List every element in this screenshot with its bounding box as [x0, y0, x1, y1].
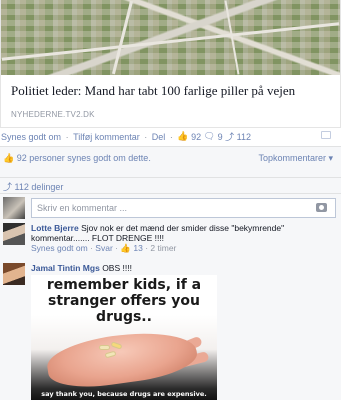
aerial-map-thumbnail[interactable]	[1, 0, 340, 75]
comments-count[interactable]: 9	[218, 132, 223, 142]
comment-like-link[interactable]: Synes godt om	[31, 243, 88, 253]
comment-reply-link[interactable]: Svar	[95, 243, 112, 253]
comment-body: Jamal Tintin Mgs OBS !!!!	[31, 263, 336, 273]
post-actions: Synes godt om · Tilføj kommentar · Del ·…	[1, 130, 339, 144]
thumbs-up-icon: 👍	[177, 131, 189, 141]
top-comments-dropdown[interactable]: Topkommentarer ▾	[258, 153, 333, 164]
feedback-section: 👍 92 personer synes godt om dette. Topko…	[0, 146, 341, 400]
comment-timestamp[interactable]: 2 timer	[150, 243, 176, 253]
thumbs-up-icon: 👍	[3, 153, 15, 163]
comment-input[interactable]	[31, 198, 336, 218]
comment-author[interactable]: Lotte Bjerre	[31, 223, 79, 233]
separator: ·	[145, 243, 149, 253]
comment-author[interactable]: Jamal Tintin Mgs	[31, 263, 100, 273]
facebook-post: Politiet leder: Mand har tabt 100 farlig…	[0, 0, 341, 400]
separator: ·	[90, 243, 93, 253]
separator: ·	[169, 131, 173, 142]
shares-count[interactable]: 112	[237, 132, 251, 142]
link-domain: NYHEDERNE.TV2.DK	[11, 110, 95, 119]
separator: ·	[65, 131, 69, 142]
share-link[interactable]: Del	[152, 132, 166, 142]
likes-summary-text[interactable]: 92 personer synes godt om dette.	[17, 153, 151, 163]
current-user-avatar	[3, 197, 25, 219]
share-arrow-icon: ⤴	[225, 132, 235, 142]
like-link[interactable]: Synes godt om	[1, 132, 61, 142]
thumbs-up-icon: 👍	[120, 243, 131, 253]
meme-bottom-text: say thank you, because drugs are expensi…	[41, 390, 207, 398]
likes-count[interactable]: 92	[191, 132, 201, 142]
meme-top-text: remember kids, if a stranger offers you …	[46, 277, 202, 325]
share-arrow-icon: ⤴	[3, 182, 13, 192]
top-comments-label: Topkommentarer	[258, 153, 326, 163]
commenter-avatar[interactable]	[3, 223, 25, 245]
comment-likes-count[interactable]: 13	[133, 243, 142, 253]
separator: ·	[115, 243, 118, 253]
comment-bubble-icon: 🗨	[203, 131, 216, 141]
likes-summary: 👍 92 personer synes godt om dette. Topko…	[0, 153, 341, 169]
comment-text: OBS !!!!	[102, 263, 132, 273]
comment-meta: Synes godt om · Svar · 👍 13 · 2 timer	[31, 243, 336, 253]
comment-composer	[3, 197, 336, 219]
separator: ·	[144, 131, 148, 142]
link-title[interactable]: Politiet leder: Mand har tabt 100 farlig…	[11, 83, 331, 99]
pill	[99, 345, 110, 350]
shares-summary-text[interactable]: 112 delinger	[15, 182, 64, 192]
shares-summary: ⤴ 112 delinger	[0, 177, 341, 192]
link-preview-card[interactable]: Politiet leder: Mand har tabt 100 farlig…	[0, 0, 341, 128]
comment-item: Lotte Bjerre Sjov nok er det mænd der sm…	[3, 223, 338, 263]
comment-item: Jamal Tintin Mgs OBS !!!! remember kids,…	[3, 263, 338, 400]
report-flag-icon[interactable]	[321, 131, 331, 139]
divider	[0, 193, 341, 194]
comment-image[interactable]: remember kids, if a stranger offers you …	[31, 275, 217, 400]
add-comment-link[interactable]: Tilføj kommentar	[73, 132, 140, 142]
commenter-avatar[interactable]	[3, 263, 25, 285]
comment-body: Lotte Bjerre Sjov nok er det mænd der sm…	[31, 223, 336, 253]
camera-icon[interactable]	[316, 203, 327, 212]
